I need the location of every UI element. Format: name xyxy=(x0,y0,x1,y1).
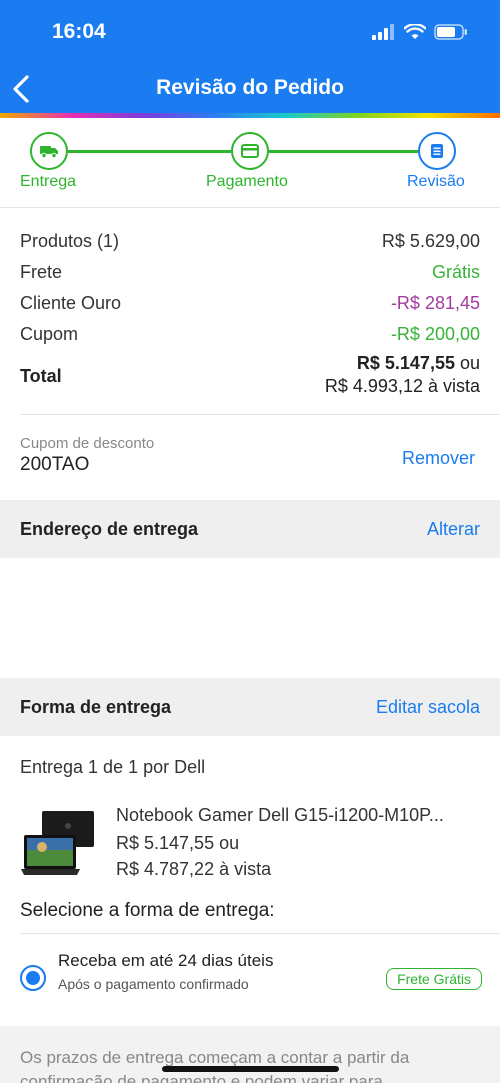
shipment-header: Entrega 1 de 1 por Dell xyxy=(20,757,205,778)
shipment-seller-prefix: por xyxy=(138,757,175,777)
gold-value: -R$ 281,45 xyxy=(390,293,480,313)
status-time: 16:04 xyxy=(52,20,106,43)
total-main: R$ 5.147,55 xyxy=(356,353,455,373)
delivery-section-header: Forma de entrega Editar sacola xyxy=(0,678,500,736)
products-value: R$ 5.629,00 xyxy=(381,231,480,251)
shipping-option-radio[interactable] xyxy=(20,965,46,991)
battery-icon xyxy=(434,24,467,40)
summary-row-total: Total R$ 5.147,55 ou R$ 4.993,12 à vista xyxy=(20,352,480,398)
shipment-title: Entrega 1 de 1 xyxy=(20,757,139,777)
wifi-icon xyxy=(404,24,426,39)
signal-icon xyxy=(372,24,394,40)
summary-row-products: Produtos (1) R$ 5.629,00 xyxy=(20,226,480,257)
card-icon xyxy=(241,144,259,158)
step-connector xyxy=(68,150,231,153)
products-label: Produtos (1) xyxy=(20,231,120,251)
address-section-title: Endereço de entrega xyxy=(20,518,199,539)
page-title: Revisão do Pedido xyxy=(156,76,344,99)
gold-label: Cliente Ouro xyxy=(20,293,122,313)
change-address-button[interactable]: Alterar xyxy=(427,519,480,540)
summary-row-coupon: Cupom -R$ 200,00 xyxy=(20,319,480,350)
shipping-label: Frete xyxy=(20,262,63,282)
step-payment[interactable] xyxy=(231,132,269,170)
app-header: 16:04 Revisão do Pedido xyxy=(0,0,500,113)
shipping-value: Grátis xyxy=(431,262,480,282)
status-icons xyxy=(372,24,468,40)
remove-coupon-button[interactable]: Remover xyxy=(402,448,475,469)
coupon-label: Cupom xyxy=(20,324,79,344)
product-cash-price: R$ 4.787,22 à vista xyxy=(116,859,272,879)
step-label-review: Revisão xyxy=(407,173,465,190)
divider xyxy=(0,207,500,208)
step-delivery[interactable] xyxy=(30,132,68,170)
select-shipping-title: Selecione a forma de entrega: xyxy=(20,900,275,921)
checkout-stepper: Entrega Pagamento Revisão xyxy=(0,128,500,198)
truck-icon xyxy=(40,146,58,159)
home-indicator xyxy=(162,1066,339,1072)
step-review[interactable] xyxy=(418,132,456,170)
step-label-payment: Pagamento xyxy=(206,173,288,190)
shipment-seller: Dell xyxy=(174,757,206,777)
total-or: ou xyxy=(454,353,480,373)
divider xyxy=(20,933,500,934)
coupon-section: Cupom de desconto 200TAO Remover xyxy=(20,435,480,485)
document-icon xyxy=(431,144,443,158)
step-label-delivery: Entrega xyxy=(20,173,77,190)
header-accent-strip xyxy=(0,113,500,118)
product-name: Notebook Gamer Dell G15-i1200-M10P... xyxy=(116,805,444,825)
address-section-header: Endereço de entrega Alterar xyxy=(0,500,500,558)
free-shipping-badge: Frete Grátis xyxy=(386,968,482,990)
delivery-info-note: Os prazos de entrega começam a contar a … xyxy=(0,1026,500,1083)
summary-row-gold-discount: Cliente Ouro -R$ 281,45 xyxy=(20,288,480,319)
radio-selected-dot xyxy=(26,971,40,985)
total-cash: R$ 4.993,12 à vista xyxy=(324,376,480,396)
edit-bag-button[interactable]: Editar sacola xyxy=(376,697,480,718)
summary-row-shipping: Frete Grátis xyxy=(20,257,480,288)
shipping-option[interactable]: Receba em até 24 dias úteis Após o pagam… xyxy=(20,950,482,1000)
total-label: Total xyxy=(20,366,62,386)
product-image xyxy=(21,811,94,875)
total-values: R$ 5.147,55 ou R$ 4.993,12 à vista xyxy=(325,352,480,398)
product-price: R$ 5.147,55 ou xyxy=(116,833,240,853)
step-connector xyxy=(269,150,418,153)
shipping-option-subtitle: Após o pagamento confirmado xyxy=(58,976,249,992)
shipping-option-title: Receba em até 24 dias úteis xyxy=(58,951,274,970)
order-summary: Produtos (1) R$ 5.629,00 Frete Grátis Cl… xyxy=(20,226,480,398)
coupon-value: -R$ 200,00 xyxy=(390,324,480,344)
product-item[interactable]: Notebook Gamer Dell G15-i1200-M10P... R$… xyxy=(20,805,480,885)
divider xyxy=(20,414,500,415)
delivery-section-title: Forma de entrega xyxy=(20,696,172,717)
